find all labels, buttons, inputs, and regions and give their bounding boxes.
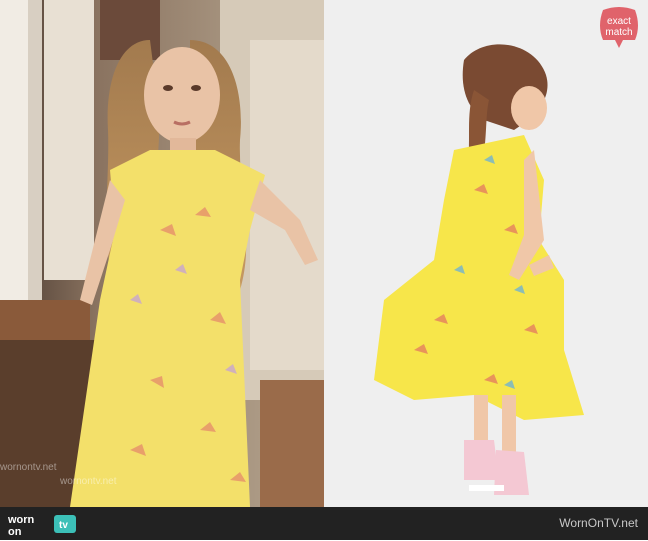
watermark-text: wornontv.net: [60, 476, 117, 487]
footer-bar: worn on tv WornOnTV.net: [0, 507, 648, 540]
wornontv-logo-graphic: worn on tv: [7, 514, 76, 538]
right-photo: [324, 0, 648, 507]
wornontv-logo[interactable]: worn on tv: [6, 512, 86, 538]
badge-line2: match: [605, 27, 632, 38]
page: wornontv.net wornontv.net exact match wo…: [0, 0, 648, 540]
right-photo-scene: [324, 0, 648, 507]
logo-text-on: on: [8, 526, 22, 536]
logo-text-worn: worn: [7, 514, 35, 526]
exact-match-badge: exact match: [597, 6, 641, 50]
exact-match-badge-shape: exact match: [600, 7, 638, 48]
left-photo-scene: [0, 0, 324, 507]
footer-site-name: WornOnTV.net: [559, 516, 638, 530]
watermark-text: wornontv.net: [0, 462, 57, 473]
left-photo: wornontv.net wornontv.net: [0, 0, 324, 507]
badge-line1: exact: [607, 16, 631, 27]
logo-text-tv: tv: [59, 520, 68, 531]
